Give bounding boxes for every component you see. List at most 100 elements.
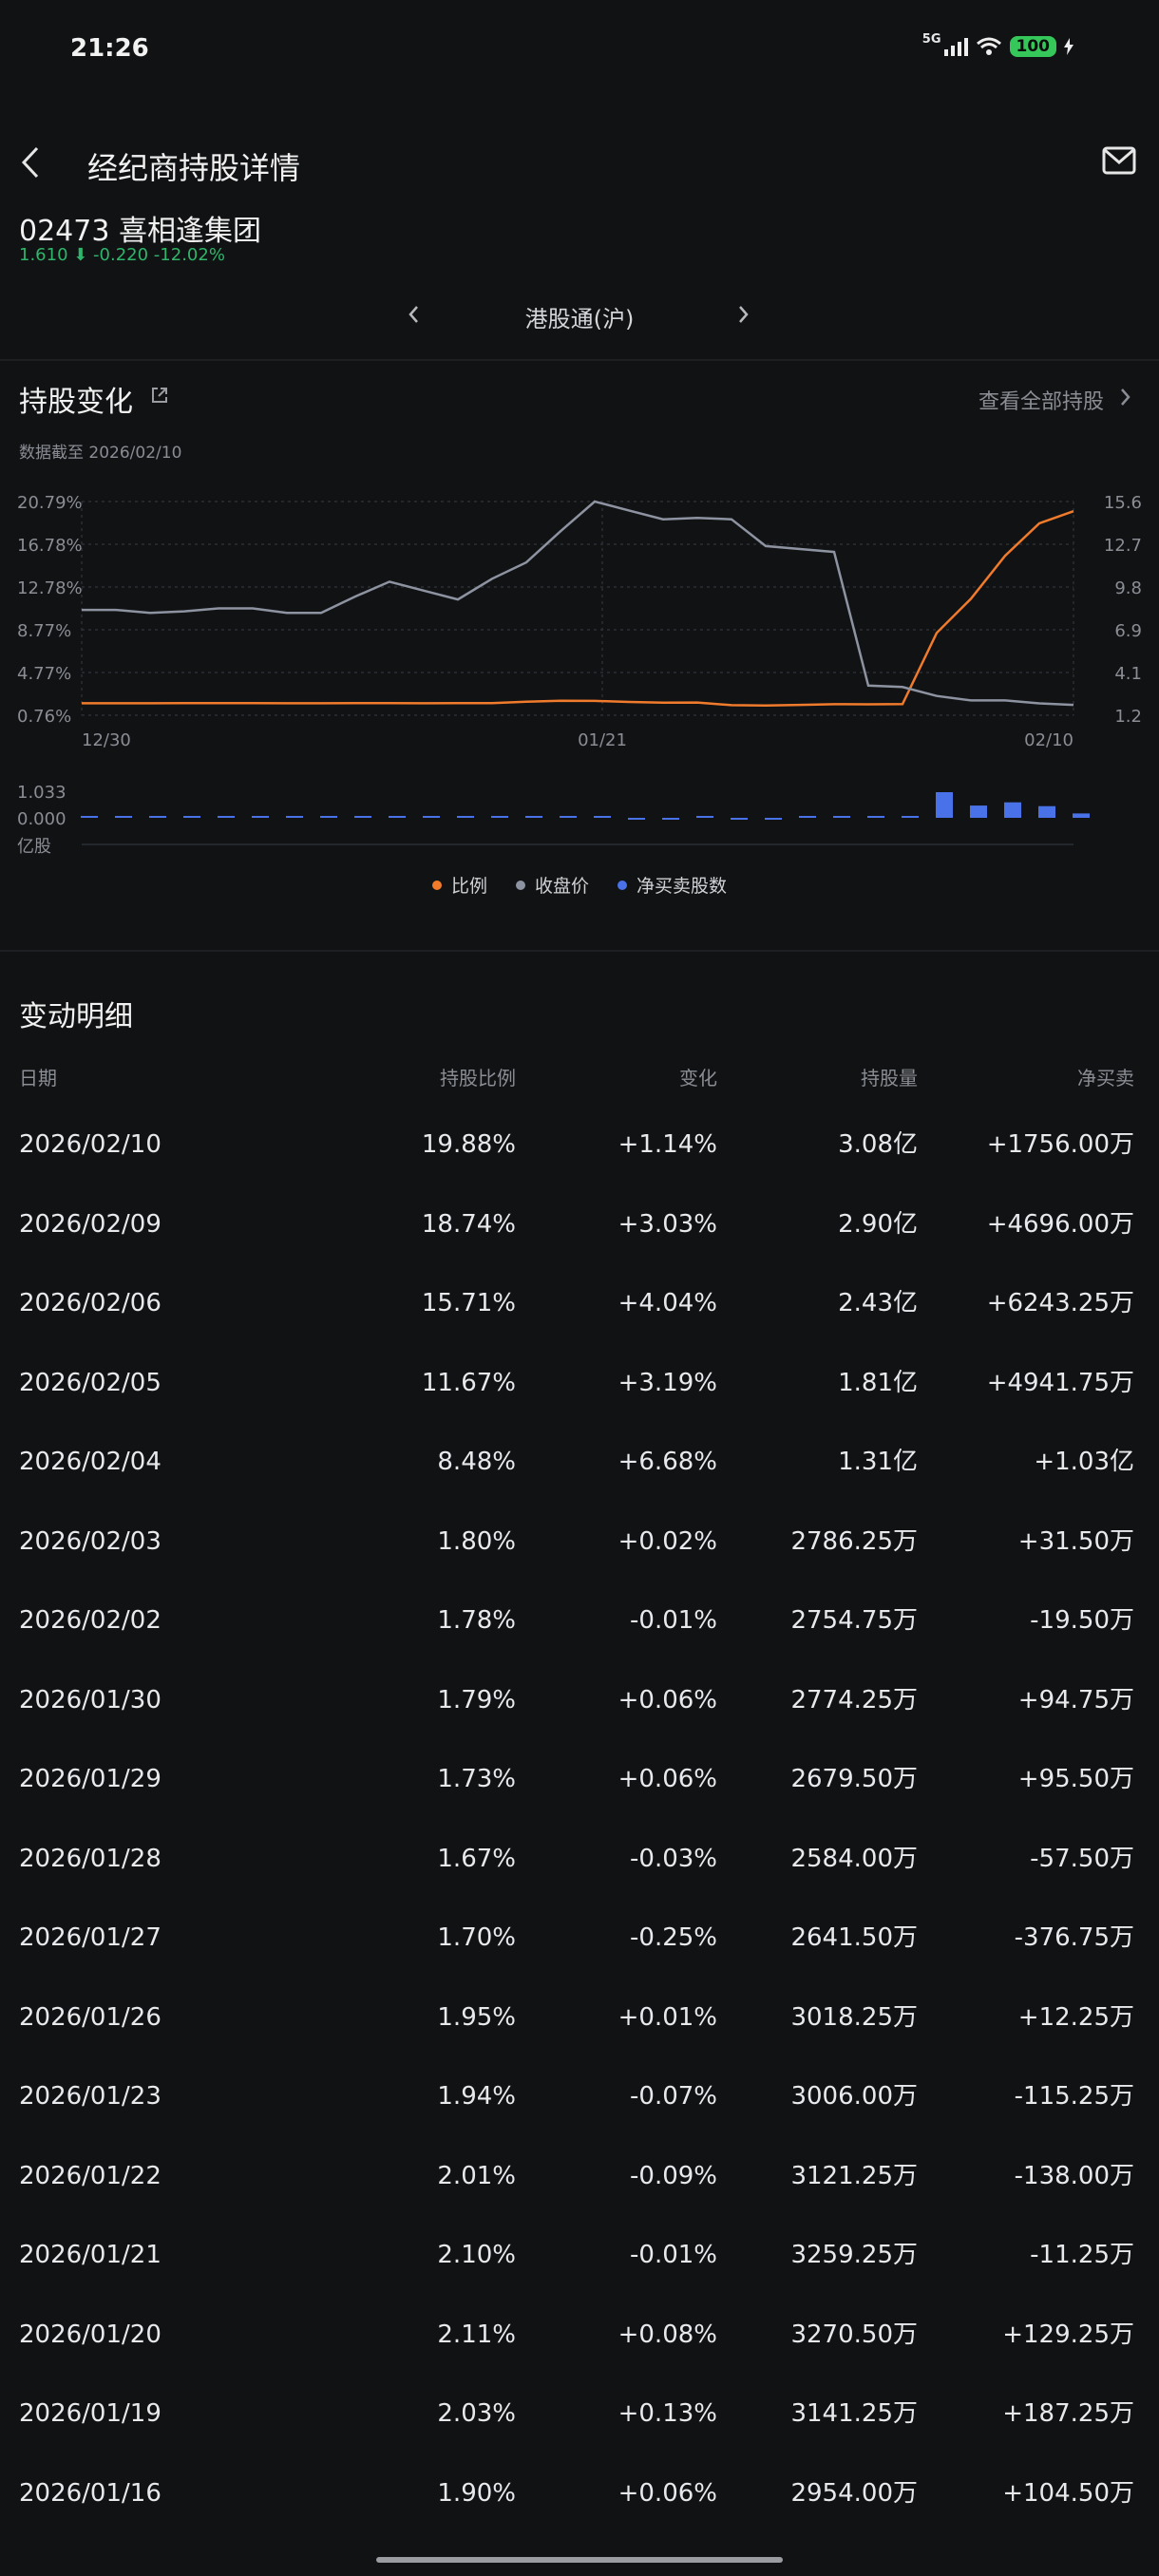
table-row[interactable]: 2026/02/10 19.88% +1.14% 3.08亿 +1756.00万: [0, 1105, 1159, 1184]
row-ratio: 1.90%: [437, 2478, 516, 2508]
row-shares: 2584.00万: [790, 1844, 918, 1873]
y-right-axis: 15.6 12.7 9.8 6.9 4.1 1.2: [1104, 493, 1142, 727]
y-right-tick: 1.2: [1114, 707, 1142, 727]
holding-chart[interactable]: 20.79% 16.78% 12.78% 8.77% 4.77% 0.76% 15.6 12…: [0, 475, 1159, 855]
col-date: 日期: [19, 1067, 57, 1089]
battery-level: 100: [1009, 36, 1056, 57]
next-broker-icon[interactable]: [737, 304, 750, 325]
row-shares: 3270.50万: [790, 2320, 918, 2349]
bar-tick: 亿股: [17, 837, 51, 855]
row-date: 2026/01/29: [19, 1765, 162, 1793]
y-left-tick: 8.77%: [17, 621, 71, 641]
row-net: +1.03亿: [1034, 1448, 1134, 1476]
chart-lines: [82, 500, 1074, 708]
legend-ratio[interactable]: 比例: [431, 872, 487, 898]
row-shares: 2.90亿: [838, 1209, 918, 1239]
y-left-tick: 0.76%: [17, 707, 71, 727]
row-date: 2026/01/21: [19, 2241, 162, 2269]
table-row[interactable]: 2026/01/28 1.67% -0.03% 2584.00万 -57.50万: [0, 1819, 1159, 1899]
bar-tick: 0.000: [17, 809, 66, 829]
row-change: +0.08%: [618, 2320, 717, 2349]
chart-legend: 比例 收盘价 净买卖股数: [0, 872, 1159, 898]
row-shares: 3121.25万: [790, 2161, 918, 2190]
row-date: 2026/02/05: [19, 1368, 162, 1397]
table-row[interactable]: 2026/02/06 15.71% +4.04% 2.43亿 +6243.25万: [0, 1263, 1159, 1343]
y-left-axis: 20.79% 16.78% 12.78% 8.77% 4.77% 0.76%: [17, 493, 83, 727]
table-row[interactable]: 2026/01/30 1.79% +0.06% 2774.25万 +94.75万: [0, 1660, 1159, 1740]
y-right-tick: 15.6: [1104, 493, 1142, 513]
net-bar: [936, 792, 953, 818]
row-date: 2026/02/03: [19, 1526, 162, 1556]
legend-close[interactable]: 收盘价: [515, 872, 589, 898]
legend-ratio-label: 比例: [450, 876, 487, 897]
back-icon[interactable]: [21, 146, 40, 179]
row-shares: 1.31亿: [838, 1448, 918, 1476]
row-change: +0.02%: [618, 1526, 717, 1556]
bar-tick: 1.033: [17, 783, 66, 803]
row-net: +4696.00万: [986, 1209, 1134, 1239]
table-row[interactable]: 2026/01/21 2.10% -0.01% 3259.25万 -11.25万: [0, 2215, 1159, 2295]
table-row[interactable]: 2026/02/02 1.78% -0.01% 2754.75万 -19.50万: [0, 1581, 1159, 1660]
net-bar: [389, 816, 406, 818]
table-row[interactable]: 2026/02/03 1.80% +0.02% 2786.25万 +31.50万: [0, 1502, 1159, 1582]
y-left-tick: 16.78%: [17, 536, 83, 556]
share-icon[interactable]: [150, 386, 169, 405]
network-label: 5G: [922, 31, 941, 47]
table-row[interactable]: 2026/02/04 8.48% +6.68% 1.31亿 +1.03亿: [0, 1422, 1159, 1502]
table-header: 日期 持股比例 变化 持股量 净买卖: [0, 1066, 1159, 1104]
row-net: +31.50万: [1017, 1526, 1134, 1556]
broker-selector-label[interactable]: 港股通(沪): [0, 300, 1159, 333]
wifi-icon: [976, 37, 1001, 55]
net-bar: [115, 816, 132, 818]
table-row[interactable]: 2026/01/22 2.01% -0.09% 3121.25万 -138.00万: [0, 2136, 1159, 2216]
table-row[interactable]: 2026/01/20 2.11% +0.08% 3270.50万 +129.25万: [0, 2295, 1159, 2375]
row-ratio: 2.11%: [437, 2320, 516, 2349]
chart-grid: [81, 501, 1074, 845]
row-ratio: 15.71%: [421, 1289, 516, 1317]
y-right-tick: 9.8: [1114, 578, 1142, 598]
row-date: 2026/01/30: [19, 1685, 162, 1714]
row-date: 2026/01/26: [19, 2002, 162, 2032]
net-bar: [902, 816, 919, 818]
mail-icon[interactable]: [1102, 146, 1136, 175]
net-bar: [1073, 813, 1090, 818]
row-date: 2026/01/27: [19, 1923, 162, 1952]
row-change: -0.25%: [630, 1923, 717, 1952]
table-row[interactable]: 2026/01/23 1.94% -0.07% 3006.00万 -115.25万: [0, 2056, 1159, 2136]
row-change: -0.03%: [630, 1844, 717, 1873]
net-bar: [628, 818, 645, 820]
row-net: +1756.00万: [986, 1130, 1134, 1159]
row-change: +4.04%: [618, 1289, 717, 1317]
row-date: 2026/01/23: [19, 2082, 162, 2111]
divider: [0, 359, 1159, 361]
details-title: 变动明细: [19, 1000, 133, 1033]
table-row[interactable]: 2026/01/27 1.70% -0.25% 2641.50万 -376.75万: [0, 1898, 1159, 1978]
chevron-right-icon[interactable]: [1119, 387, 1132, 407]
table-row[interactable]: 2026/01/16 1.90% +0.06% 2954.00万 +104.50万: [0, 2453, 1159, 2533]
row-date: 2026/01/22: [19, 2161, 162, 2190]
table-row[interactable]: 2026/01/29 1.73% +0.06% 2679.50万 +95.50万: [0, 1739, 1159, 1819]
row-date: 2026/02/09: [19, 1209, 162, 1239]
y-left-tick: 12.78%: [17, 578, 83, 598]
net-bar: [252, 816, 269, 818]
legend-net[interactable]: 净买卖股数: [618, 872, 727, 898]
row-shares: 3259.25万: [790, 2241, 918, 2269]
row-net: +187.25万: [1002, 2399, 1134, 2428]
table-row[interactable]: 2026/02/05 11.67% +3.19% 1.81亿 +4941.75万: [0, 1343, 1159, 1423]
net-bar: [662, 818, 679, 820]
row-date: 2026/01/28: [19, 1844, 162, 1873]
row-change: +0.06%: [618, 1685, 717, 1714]
ratio-dot-icon: [431, 880, 442, 890]
table-row[interactable]: 2026/01/26 1.95% +0.01% 3018.25万 +12.25万: [0, 1978, 1159, 2057]
view-all-holdings-link[interactable]: 查看全部持股: [978, 385, 1104, 415]
net-bar: [354, 816, 371, 818]
row-net: +104.50万: [1002, 2478, 1134, 2508]
row-ratio: 1.67%: [437, 1844, 516, 1873]
table-row[interactable]: 2026/02/09 18.74% +3.03% 2.90亿 +4696.00万: [0, 1184, 1159, 1264]
table-row[interactable]: 2026/01/19 2.03% +0.13% 3141.25万 +187.25万: [0, 2374, 1159, 2453]
row-ratio: 11.67%: [421, 1368, 516, 1397]
legend-close-label: 收盘价: [534, 876, 589, 897]
net-bars: [81, 792, 1090, 820]
y-right-tick: 6.9: [1114, 621, 1142, 641]
home-indicator[interactable]: [376, 2557, 783, 2563]
